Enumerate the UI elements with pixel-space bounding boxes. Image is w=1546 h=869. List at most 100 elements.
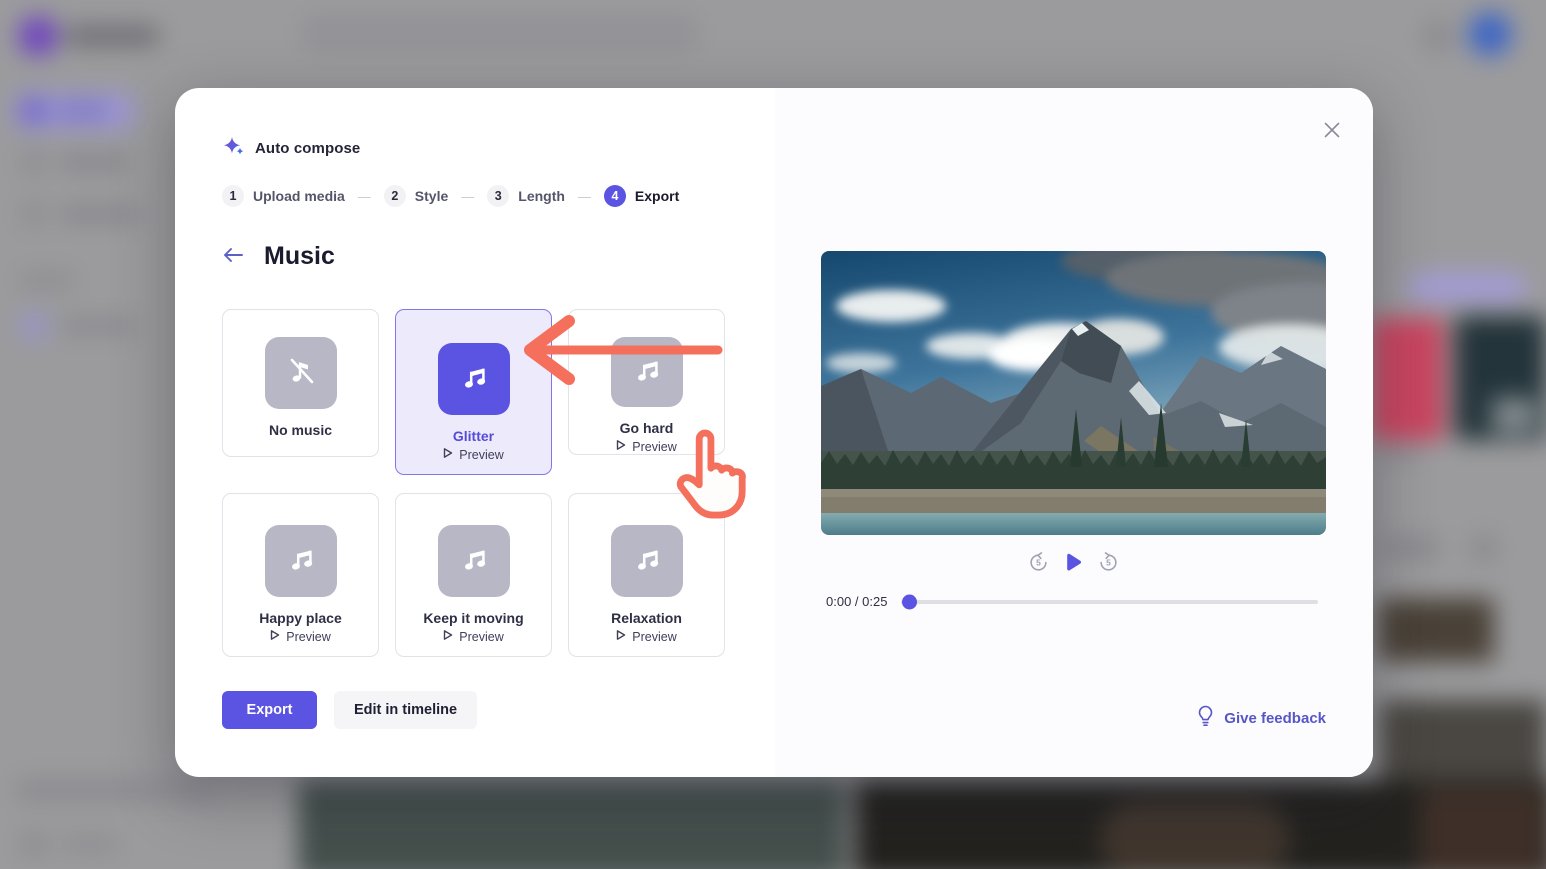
sidebar-item-label xyxy=(60,318,138,334)
music-tile xyxy=(265,337,337,409)
sidebar-section-label xyxy=(18,272,76,289)
preview-button[interactable]: Preview xyxy=(443,629,503,644)
play-button[interactable] xyxy=(1065,553,1082,575)
seek-bar[interactable] xyxy=(901,600,1318,604)
seek-thumb[interactable] xyxy=(902,594,917,609)
music-note-icon xyxy=(631,543,663,580)
app-logo-text xyxy=(64,26,160,46)
modal-header: Auto compose xyxy=(223,135,360,162)
play-outline-icon xyxy=(443,447,453,462)
background-thumbnail-dark xyxy=(1378,598,1494,662)
music-note-icon xyxy=(285,543,317,580)
music-card-happy-place[interactable]: Happy place Preview xyxy=(222,493,379,657)
export-button[interactable]: Export xyxy=(222,691,317,729)
music-card-label: Glitter xyxy=(453,428,494,444)
step-label: Export xyxy=(635,188,679,204)
forward-5-button[interactable]: 5 xyxy=(1098,552,1119,576)
step-label: Length xyxy=(518,188,565,204)
play-outline-icon xyxy=(270,629,280,644)
music-card-relaxation[interactable]: Relaxation Preview xyxy=(568,493,725,657)
stepper: 1 Upload media — 2 Style — 3 Length — 4 … xyxy=(222,185,679,207)
edit-in-timeline-button[interactable]: Edit in timeline xyxy=(334,691,477,729)
app-root: Auto compose 1 Upload media — 2 Style — … xyxy=(0,0,1546,869)
music-header: Music xyxy=(223,242,335,271)
background-video-thumbnail xyxy=(298,780,846,869)
preview-button[interactable]: Preview xyxy=(443,447,503,462)
preview-button[interactable]: Preview xyxy=(616,439,676,454)
modal-actions: Export Edit in timeline xyxy=(222,691,477,729)
search-bar-blurred xyxy=(300,15,700,52)
auto-compose-modal: Auto compose 1 Upload media — 2 Style — … xyxy=(175,88,1373,777)
play-icon xyxy=(1065,553,1082,575)
preview-label: Preview xyxy=(632,630,676,644)
play-outline-icon xyxy=(616,629,626,644)
background-image xyxy=(1420,788,1546,869)
svg-text:5: 5 xyxy=(1106,558,1111,568)
music-tile xyxy=(438,343,510,415)
sidebar-item-label xyxy=(14,778,214,802)
sidebar-item-label xyxy=(60,836,120,852)
close-icon xyxy=(1323,127,1341,142)
step-number: 3 xyxy=(487,185,509,207)
sidebar-item-icon xyxy=(21,313,47,339)
background-thumbnail-detail xyxy=(1492,398,1536,432)
play-outline-icon xyxy=(443,629,453,644)
music-card-label: Keep it moving xyxy=(423,610,523,626)
step-length[interactable]: 3 Length xyxy=(487,185,565,207)
close-button[interactable] xyxy=(1320,119,1344,143)
step-export[interactable]: 4 Export xyxy=(604,185,679,207)
background-button xyxy=(1470,534,1498,562)
background-caption xyxy=(1376,448,1420,459)
music-tile xyxy=(611,525,683,597)
music-card-glitter[interactable]: Glitter Preview xyxy=(395,309,552,475)
preview-label: Preview xyxy=(286,630,330,644)
playback-timeline: 0:00 / 0:25 xyxy=(826,594,1318,609)
step-label: Style xyxy=(415,188,448,204)
sidebar-item-active-icon xyxy=(21,99,45,123)
step-label: Upload media xyxy=(253,188,345,204)
sidebar-item-active-label xyxy=(55,103,109,119)
app-logo xyxy=(18,16,58,56)
preview-label: Preview xyxy=(459,630,503,644)
rewind-5-icon: 5 xyxy=(1028,552,1049,576)
sidebar-item-icon xyxy=(21,201,47,227)
music-note-icon xyxy=(458,361,490,398)
preview-button[interactable]: Preview xyxy=(270,629,330,644)
music-tile xyxy=(438,525,510,597)
give-feedback-button[interactable]: Give feedback xyxy=(1196,705,1326,731)
user-avatar xyxy=(1468,12,1512,56)
music-tile xyxy=(611,337,683,407)
rewind-5-button[interactable]: 5 xyxy=(1028,552,1049,576)
music-options-grid: No music Glitter xyxy=(222,309,726,659)
lightbulb-icon xyxy=(1196,705,1215,731)
video-preview xyxy=(821,251,1326,535)
music-note-icon xyxy=(458,543,490,580)
music-card-no-music[interactable]: No music xyxy=(222,309,379,457)
step-style[interactable]: 2 Style xyxy=(384,185,448,207)
music-card-label: No music xyxy=(269,422,332,438)
back-button[interactable] xyxy=(223,245,247,269)
preview-button[interactable]: Preview xyxy=(616,629,676,644)
music-heading: Music xyxy=(264,242,335,271)
background-thumbnail-red xyxy=(1370,318,1444,440)
music-note-icon xyxy=(631,354,663,391)
sidebar-item-label xyxy=(60,153,130,171)
play-outline-icon xyxy=(616,439,626,454)
arrow-left-icon xyxy=(223,247,243,266)
background-button xyxy=(1378,536,1440,560)
step-separator: — xyxy=(358,189,371,204)
music-note-off-icon xyxy=(285,355,317,392)
step-upload-media[interactable]: 1 Upload media xyxy=(222,185,345,207)
svg-text:5: 5 xyxy=(1036,558,1041,568)
forward-5-icon: 5 xyxy=(1098,552,1119,576)
step-number: 1 xyxy=(222,185,244,207)
sidebar-item-icon xyxy=(21,149,47,175)
sidebar-item-icon xyxy=(21,831,47,857)
music-card-go-hard[interactable]: Go hard Preview xyxy=(568,309,725,455)
step-separator: — xyxy=(578,189,591,204)
step-number: 4 xyxy=(604,185,626,207)
music-card-keep-it-moving[interactable]: Keep it moving Preview xyxy=(395,493,552,657)
step-separator: — xyxy=(461,189,474,204)
time-display: 0:00 / 0:25 xyxy=(826,594,887,609)
step-number: 2 xyxy=(384,185,406,207)
